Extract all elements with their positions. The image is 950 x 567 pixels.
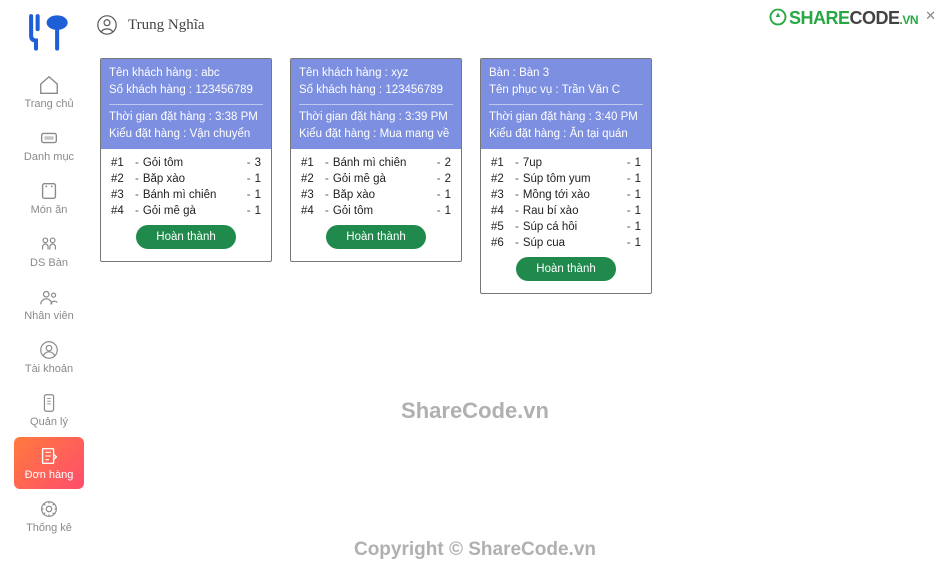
sidebar-item-categories[interactable]: Danh mục [14,119,84,171]
complete-button[interactable]: Hoàn thành [136,225,235,249]
order-item-row: #4-Gỏi mề gà-1 [111,205,261,217]
sidebar-item-label: Món ăn [31,204,68,216]
sidebar-item-dishes[interactable]: Món ăn [14,172,84,224]
user-name: Trung Nghĩa [128,17,205,34]
order-item-row: #3-Bắp xào-1 [301,189,451,201]
sidebar-item-label: Trang chủ [24,98,73,110]
sidebar-item-label: DS Bàn [30,257,68,269]
order-item-row: #4-Rau bí xào-1 [491,205,641,217]
user-icon [96,14,118,36]
order-item-row: #1-Gỏi tôm-3 [111,157,261,169]
order-item-row: #3-Bánh mì chiên-1 [111,189,261,201]
sidebar-item-label: Quản lý [30,416,68,428]
order-item-row: #4-Gỏi tôm-1 [301,205,451,217]
sidebar: Trang chủ Danh mục Món ăn DS Bàn Nhân vi… [8,8,90,547]
order-item-row: #2-Bắp xào-1 [111,173,261,185]
sidebar-item-tables[interactable]: DS Bàn [14,225,84,277]
complete-button[interactable]: Hoàn thành [326,225,425,249]
order-card-body: #1-Gỏi tôm-3 #2-Bắp xào-1 #3-Bánh mì chiên… [101,149,271,261]
order-card-header: Tên khách hàng : xyzSố khách hàng : 1234… [291,59,461,149]
watermark-brand: SHARECODE.VN [769,8,918,29]
order-item-row: #2-Súp tôm yum-1 [491,173,641,185]
order-card-body: #1-Bánh mì chiên-2 #2-Gỏi mề gà-2 #3-Bắp x… [291,149,461,261]
app-logo-icon [19,8,79,60]
order-item-row: #2-Gỏi mề gà-2 [301,173,451,185]
sidebar-item-management[interactable]: Quản lý [14,384,84,436]
complete-button[interactable]: Hoàn thành [516,257,615,281]
sidebar-item-home[interactable]: Trang chủ [14,66,84,118]
order-item-row: #1-7up-1 [491,157,641,169]
order-item-row: #3-Mồng tới xào-1 [491,189,641,201]
sidebar-item-account[interactable]: Tài khoản [14,331,84,383]
order-item-row: #6-Súp cua-1 [491,237,641,249]
order-card-header: Tên khách hàng : abcSố khách hàng : 1234… [101,59,271,149]
sidebar-item-label: Thống kê [26,522,72,534]
sidebar-item-label: Tài khoản [25,363,73,375]
sidebar-item-orders[interactable]: Đơn hàng [14,437,84,489]
order-item-row: #1-Bánh mì chiên-2 [301,157,451,169]
sidebar-item-label: Nhân viên [24,310,74,322]
order-card-body: #1-7up-1 #2-Súp tôm yum-1 #3-Mồng tới xào-… [481,149,651,293]
close-icon[interactable]: ✕ [925,8,936,24]
header: Trung Nghĩa [96,14,205,36]
sidebar-item-stats[interactable]: Thống kê [14,490,84,542]
order-item-row: #5-Súp cá hồi-1 [491,221,641,233]
sidebar-item-label: Đơn hàng [25,469,74,481]
order-card: Tên khách hàng : xyzSố khách hàng : 1234… [290,58,462,262]
order-card: Bàn : Bàn 3Tên phục vụ : Trần Văn CThời … [480,58,652,294]
order-card: Tên khách hàng : abcSố khách hàng : 1234… [100,58,272,262]
sidebar-item-label: Danh mục [24,151,74,163]
order-card-header: Bàn : Bàn 3Tên phục vụ : Trần Văn CThời … [481,59,651,149]
sidebar-item-staff[interactable]: Nhân viên [14,278,84,330]
orders-content: Tên khách hàng : abcSố khách hàng : 1234… [100,58,940,557]
